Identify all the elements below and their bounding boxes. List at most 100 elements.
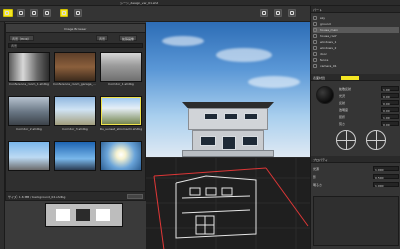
section-title: パート [313, 8, 323, 12]
tree-item-label: fence [320, 58, 329, 62]
field-label: 荒さ [339, 122, 346, 126]
visibility-icon[interactable] [313, 16, 317, 20]
material-value-input[interactable]: 0.00 [381, 121, 399, 127]
material-value-input[interactable]: 0.00 [381, 107, 399, 113]
render-icon[interactable] [60, 9, 68, 17]
tab-hdr[interactable]: 背景（HDR） [9, 35, 34, 41]
material-value-input[interactable]: 0.00 [381, 100, 399, 106]
field-label: 光沢 [339, 94, 346, 98]
property-label: 光源 [313, 167, 320, 171]
visibility-icon[interactable] [313, 58, 317, 62]
section-title: プロパティ [313, 158, 328, 162]
tree-item-label: ground [320, 22, 331, 26]
browser-title: Image Browser [64, 27, 87, 31]
material-preview [45, 203, 123, 227]
tab-background[interactable]: 背景 [96, 35, 109, 41]
visibility-icon[interactable] [313, 52, 317, 56]
browser-tabs: 背景（HDR） 背景 拡張画像 [6, 34, 145, 42]
preview-swatch-white [56, 209, 70, 221]
browser-thumbnail[interactable] [100, 52, 142, 82]
window-upper-mid [224, 113, 238, 120]
material-value-input[interactable]: 1.00 [381, 86, 399, 92]
visibility-icon[interactable] [313, 40, 317, 44]
field-value: 0.00 [383, 123, 390, 127]
property-value: 1.000 [375, 184, 384, 188]
cloud-shape [162, 36, 204, 46]
render-preview-button[interactable] [274, 9, 282, 17]
material-highlight [341, 76, 359, 80]
cloud-shape [216, 48, 272, 62]
camera-icon[interactable] [74, 9, 82, 17]
image-browser-panel: Image Browser 背景（HDR） 背景 拡張画像 背景 Confere… [5, 23, 146, 201]
preview-swatch-black [76, 209, 90, 221]
browser-thumbnail[interactable] [54, 96, 96, 126]
field-label: 反射 [339, 101, 346, 105]
window-upper-right [244, 113, 258, 120]
tree-item-label: camera_01 [320, 64, 337, 68]
ground-line [182, 150, 274, 157]
material-value-input[interactable]: 0.00 [381, 93, 399, 99]
visibility-icon[interactable] [313, 46, 317, 50]
tree-item[interactable]: camera_01 [313, 63, 399, 69]
door-panel [222, 136, 236, 150]
thumbnail-caption: Corridor_2.shdbg [16, 127, 42, 131]
field-value: 1.00 [383, 116, 390, 120]
property-label: 明るさ [313, 183, 323, 187]
select-icon[interactable] [3, 9, 13, 17]
move-icon[interactable] [17, 9, 25, 17]
rotate-icon[interactable] [30, 9, 38, 17]
tree-item-label: sky [320, 16, 325, 20]
tree-item-label: house_main [320, 28, 339, 32]
browser-footer-button[interactable] [127, 194, 143, 199]
material-value-input[interactable]: 1.00 [381, 114, 399, 120]
uv-wire-sphere-left[interactable] [336, 130, 356, 150]
field-value: 0.00 [383, 109, 390, 113]
browser-search[interactable]: 背景 [8, 43, 143, 48]
browser-thumbnail[interactable] [54, 52, 96, 82]
browser-thumbnail-selected[interactable] [100, 96, 142, 126]
property-value-input[interactable]: 1.000 [373, 166, 399, 172]
thumbnail-caption: Conference_room_1.shdbg [9, 82, 49, 86]
browser-thumbnail[interactable] [8, 141, 50, 171]
thumbnail-caption: Ru_sunset_shiomachi.shdbg [99, 127, 143, 131]
window-title: シーン_design_ver_01.shd [120, 1, 159, 5]
browser-thumbnail[interactable] [54, 141, 96, 171]
right-panel-section-header: プロパティ [311, 156, 400, 163]
visibility-icon[interactable] [313, 28, 317, 32]
property-value-input[interactable]: 0.500 [373, 174, 399, 180]
light-icon[interactable] [260, 9, 268, 17]
house-model [182, 102, 274, 157]
window-lower-left [200, 136, 216, 146]
scale-icon[interactable] [43, 9, 51, 17]
property-value: 1.000 [375, 168, 384, 172]
browser-thumbnail[interactable] [8, 96, 50, 126]
browser-footer-path: サイズ: 1.6 MB / background_02.shdbg [8, 195, 66, 199]
visibility-icon[interactable] [313, 64, 317, 68]
thumbnail-caption: Corridor_3.shdbg [62, 127, 88, 131]
tree-item-label: door [320, 52, 327, 56]
field-value: 1.00 [383, 88, 390, 92]
uv-wire-sphere-right[interactable] [366, 130, 386, 150]
render-viewport[interactable] [146, 22, 310, 157]
lower-properties-area [313, 196, 399, 246]
grid-toggle-button[interactable] [288, 9, 296, 17]
thumbnail-caption: Conference_room_garage_1.shdbg [53, 82, 97, 86]
tree-item-label: windows_1 [320, 40, 337, 44]
wireframe-viewport[interactable] [146, 157, 310, 249]
property-value-input[interactable]: 1.000 [373, 182, 399, 188]
search-label: 背景 [11, 44, 18, 48]
tab-extended[interactable]: 拡張画像 [119, 35, 138, 41]
field-label: 拡散反射 [339, 87, 352, 91]
tree-item-label: house_roof [320, 34, 337, 38]
visibility-icon[interactable] [313, 22, 317, 26]
tree-item-label: windows_2 [320, 46, 337, 50]
material-preview-sphere[interactable] [316, 86, 334, 104]
browser-footer: サイズ: 1.6 MB / background_02.shdbg [6, 191, 145, 200]
tab-label: 背景 [99, 37, 106, 41]
right-panel-section-header: パート [311, 6, 400, 13]
browser-thumbnail[interactable] [100, 141, 142, 171]
cloud-shape [248, 76, 300, 88]
browser-thumbnail[interactable] [8, 52, 50, 82]
section-title: 表面材質 [313, 76, 326, 80]
visibility-icon[interactable] [313, 34, 317, 38]
